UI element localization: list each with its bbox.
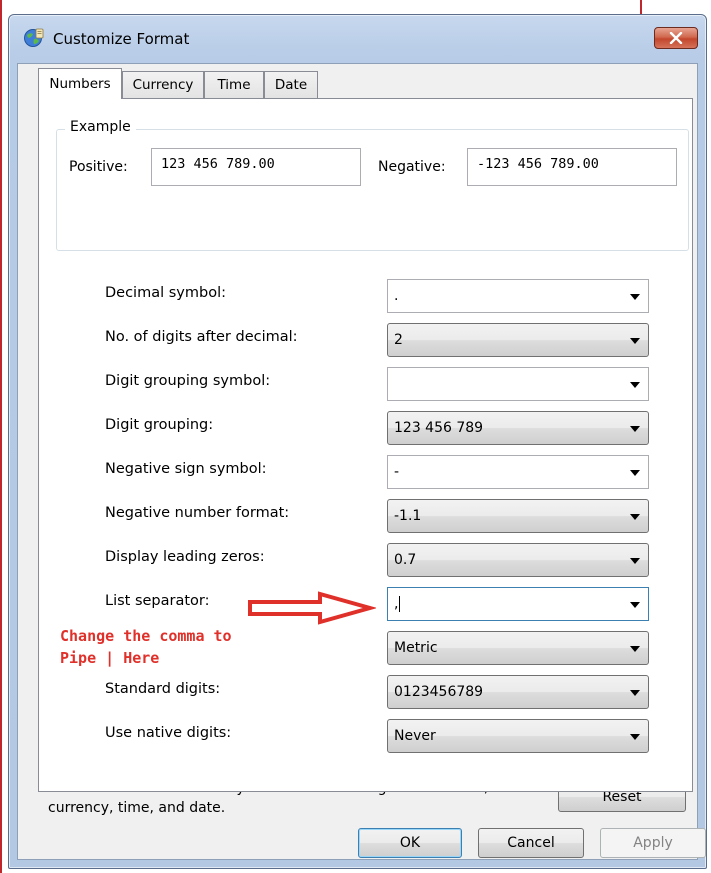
background-red-line (0, 0, 2, 873)
text-caret (399, 596, 401, 612)
red-arrow-annotation (248, 591, 376, 625)
tab-numbers[interactable]: Numbers (38, 68, 122, 99)
digit-grouping-symbol-label: Digit grouping symbol: (105, 373, 271, 389)
leading-zeros-label: Display leading zeros: (105, 549, 265, 565)
globe-icon (24, 28, 44, 47)
annotation-text: Change the comma to Pipe | Here (60, 625, 232, 669)
dialog-client-area: Numbers Currency Time Date Example Posit… (17, 63, 706, 860)
combo-value: . (394, 288, 399, 304)
tab-label: Date (274, 77, 308, 93)
apply-button[interactable]: Apply (600, 828, 706, 858)
tab-label: Time (217, 77, 251, 93)
standard-digits-dropdown[interactable]: 0123456789 (387, 675, 649, 709)
window-title: Customize Format (53, 30, 190, 48)
example-group: Example Positive: 123 456 789.00 Negativ… (56, 119, 689, 251)
combo-value: - (394, 464, 400, 480)
title-bar[interactable]: Customize Format (9, 15, 706, 63)
chevron-down-icon[interactable] (630, 382, 640, 388)
measurement-system-dropdown[interactable]: Metric (387, 631, 649, 665)
combo-value: -1.1 (394, 508, 422, 524)
apply-button-label: Apply (633, 835, 673, 851)
tab-label: Numbers (49, 76, 111, 92)
combo-value: 0.7 (394, 552, 417, 568)
digits-after-decimal-label: No. of digits after decimal: (105, 329, 298, 345)
customize-format-dialog: Customize Format Numbers Currency Time D… (8, 14, 707, 869)
chevron-down-icon (630, 646, 640, 652)
digits-after-decimal-dropdown[interactable]: 2 (387, 323, 649, 357)
ok-button-label: OK (399, 835, 421, 851)
tab-currency[interactable]: Currency (122, 71, 204, 98)
cancel-button[interactable]: Cancel (478, 828, 584, 858)
background-strip (0, 0, 711, 14)
close-button[interactable] (654, 27, 698, 49)
list-separator-label: List separator: (105, 593, 210, 609)
negative-sign-symbol-combo[interactable]: - (387, 455, 649, 489)
background-red-mark (640, 0, 642, 14)
digit-grouping-label: Digit grouping: (105, 417, 214, 433)
chevron-down-icon (630, 338, 640, 344)
negative-number-format-dropdown[interactable]: -1.1 (387, 499, 649, 533)
combo-value: 2 (394, 332, 403, 348)
digit-grouping-symbol-combo[interactable] (387, 367, 649, 401)
ok-button[interactable]: OK (358, 828, 462, 858)
negative-number-format-label: Negative number format: (105, 505, 290, 521)
combo-value: 123 456 789 (394, 420, 484, 436)
positive-label: Positive: (69, 159, 128, 175)
native-digits-label: Use native digits: (105, 725, 232, 741)
tab-label: Currency (132, 77, 194, 93)
negative-example-field: -123 456 789.00 (467, 148, 677, 186)
list-separator-combo[interactable]: , (387, 587, 649, 621)
chevron-down-icon (630, 558, 640, 564)
annotation-line-1: Change the comma to (60, 627, 232, 645)
tab-date[interactable]: Date (264, 71, 318, 98)
annotation-line-2: Pipe | Here (60, 649, 160, 667)
negative-label: Negative: (378, 159, 446, 175)
example-legend: Example (65, 119, 136, 135)
combo-value: , (394, 596, 401, 612)
leading-zeros-dropdown[interactable]: 0.7 (387, 543, 649, 577)
combo-value: Metric (394, 640, 438, 656)
digit-grouping-dropdown[interactable]: 123 456 789 (387, 411, 649, 445)
combo-value: Never (394, 728, 436, 744)
chevron-down-icon (630, 734, 640, 740)
cancel-button-label: Cancel (507, 835, 555, 851)
native-digits-dropdown[interactable]: Never (387, 719, 649, 753)
chevron-down-icon (630, 426, 640, 432)
negative-sign-symbol-label: Negative sign symbol: (105, 461, 267, 477)
tab-time[interactable]: Time (204, 71, 264, 98)
positive-example-field: 123 456 789.00 (151, 148, 361, 186)
chevron-down-icon (630, 514, 640, 520)
chevron-down-icon[interactable] (630, 294, 640, 300)
chevron-down-icon (630, 690, 640, 696)
numbers-tab-panel: Example Positive: 123 456 789.00 Negativ… (38, 98, 693, 792)
close-icon (669, 32, 683, 44)
decimal-symbol-combo[interactable]: . (387, 279, 649, 313)
chevron-down-icon[interactable] (630, 602, 640, 608)
standard-digits-label: Standard digits: (105, 681, 221, 697)
decimal-symbol-label: Decimal symbol: (105, 285, 226, 301)
chevron-down-icon[interactable] (630, 470, 640, 476)
combo-value: 0123456789 (394, 684, 484, 700)
